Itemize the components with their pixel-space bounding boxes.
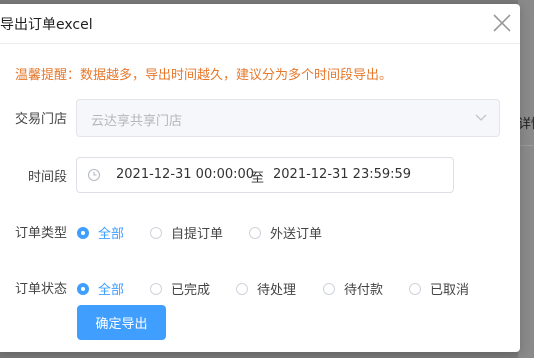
order-status-radio-cancelled[interactable]: 已取消 [409,279,469,298]
radio-label: 待处理 [257,283,297,298]
order-status-radio-all[interactable]: 全部 [77,279,124,298]
dialog-title: 导出订单excel [0,17,93,33]
radio-label: 已取消 [430,283,470,298]
confirm-export-button[interactable]: 确定导出 [77,305,166,340]
date-range-picker[interactable]: 2021-12-31 00:00:00 至 2021-12-31 23:59:5… [76,157,454,193]
close-icon [493,14,511,32]
order-type-radio-all[interactable]: 全部 [77,223,124,242]
background-divider [518,145,534,146]
radio-label: 全部 [98,283,125,298]
store-label: 交易门店 [15,112,68,127]
order-status-radio-pending[interactable]: 待处理 [236,279,296,298]
export-dialog: 导出订单excel 温馨提醒：数据越多，导出时间越久，建议分为多个时间段导出。 … [0,4,520,352]
radio-dot [409,282,421,295]
radio-dot [323,282,335,295]
radio-dot [77,226,89,239]
clock-icon [87,168,101,182]
radio-label: 外送订单 [270,227,323,242]
radio-dot [236,282,248,295]
radio-label: 已完成 [171,283,211,298]
order-type-radio-pickup[interactable]: 自提订单 [150,223,223,242]
date-range-end[interactable]: 2021-12-31 23:59:59 [273,167,411,182]
radio-label: 待付款 [344,283,384,298]
radio-label: 全部 [98,227,125,242]
dialog-header: 导出订单excel [0,4,520,44]
radio-label: 自提订单 [171,227,224,242]
radio-dot [249,226,261,239]
store-select-value: 云达享共享门店 [91,114,183,129]
chevron-down-icon [475,114,487,121]
date-range-start[interactable]: 2021-12-31 00:00:00 [116,167,254,182]
radio-dot [150,226,162,239]
order-status-radio-unpaid[interactable]: 待付款 [323,279,383,298]
background-detail-text: 详情 [518,117,534,132]
background-page-strip [518,0,534,358]
order-type-label: 订单类型 [15,226,68,241]
period-label: 时间段 [28,170,68,185]
order-status-label: 订单状态 [15,282,68,297]
order-type-radio-delivery[interactable]: 外送订单 [249,223,322,242]
export-tip: 温馨提醒：数据越多，导出时间越久，建议分为多个时间段导出。 [15,68,393,83]
radio-dot [150,282,162,295]
date-range-separator: 至 [251,171,265,186]
store-select[interactable]: 云达享共享门店 [76,99,500,137]
order-status-radio-completed[interactable]: 已完成 [150,279,210,298]
close-button[interactable] [492,13,512,33]
radio-dot [77,282,89,295]
